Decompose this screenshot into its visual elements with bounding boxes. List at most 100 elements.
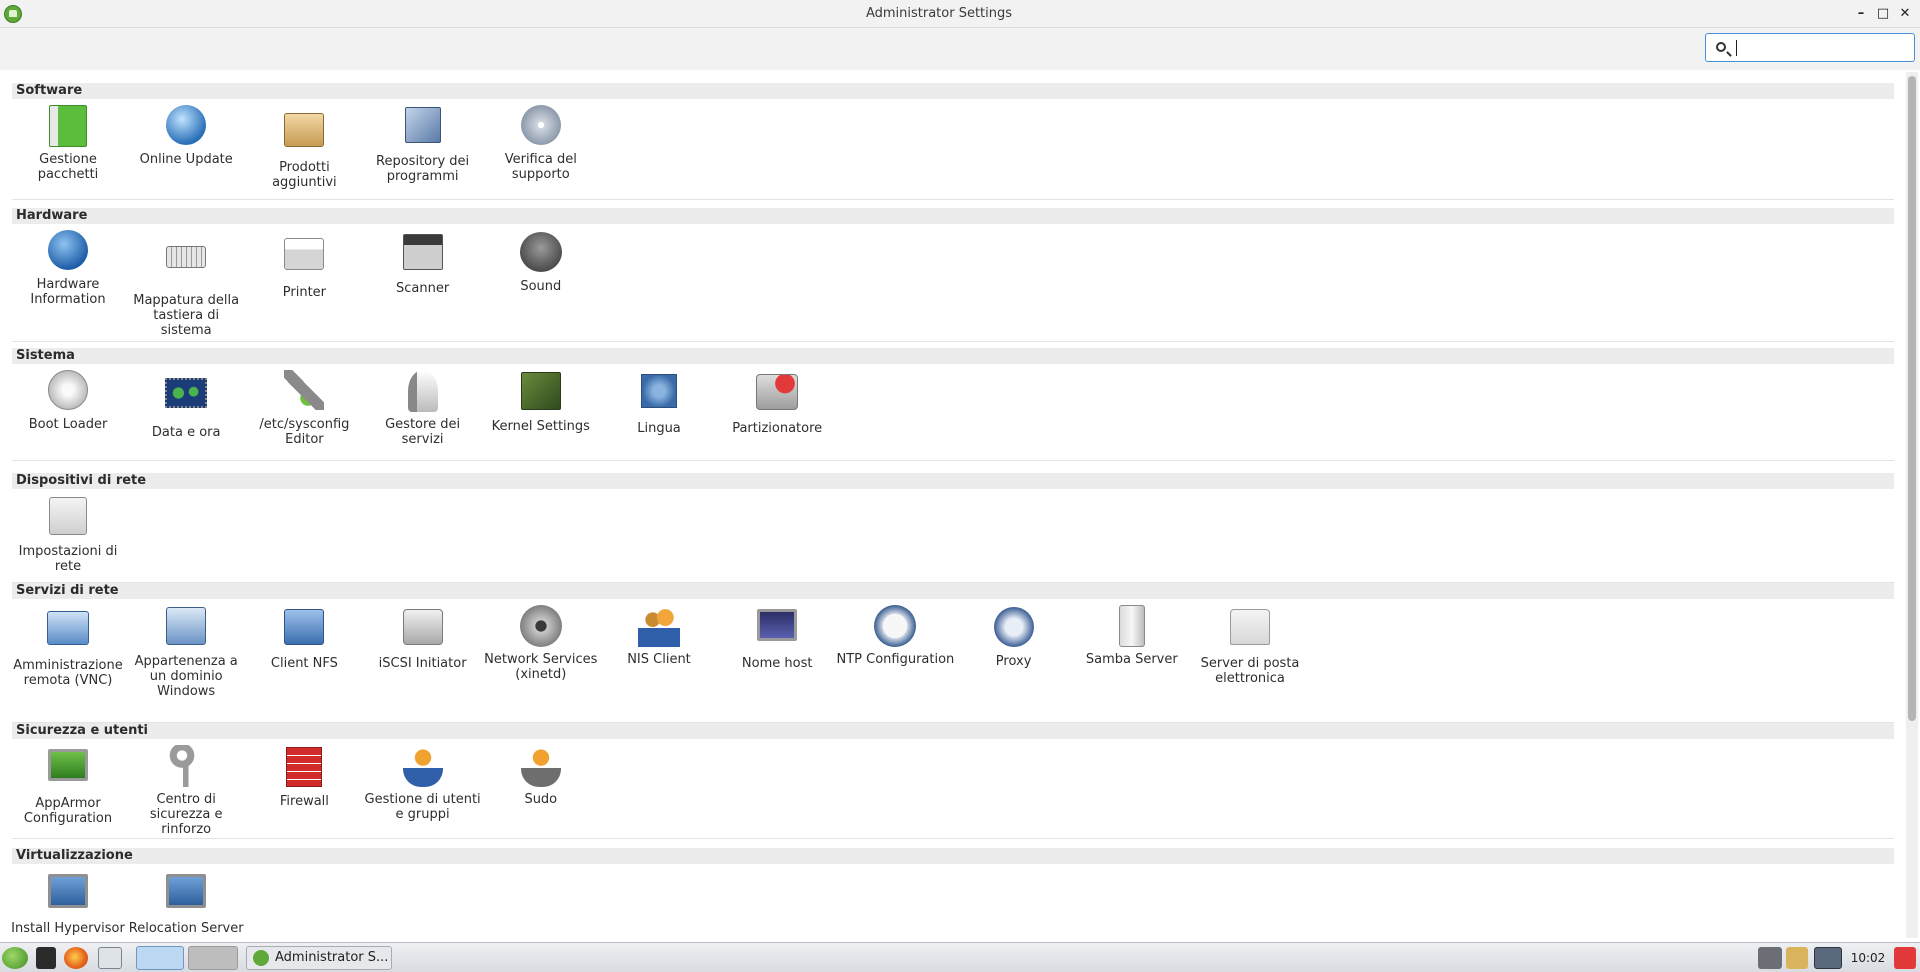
toolbar: [0, 28, 1920, 70]
category-module-list: Install Hypervisor Relocation Server: [9, 864, 1894, 940]
minimize-button[interactable]: –: [1852, 4, 1870, 24]
module-label: Appartenenza a un dominio Windows: [134, 654, 238, 699]
scrollbar-thumb[interactable]: [1908, 76, 1916, 721]
clipboard-icon[interactable]: [1786, 947, 1808, 969]
module-icon-frame: [282, 609, 326, 653]
add-on-products-icon: [284, 113, 325, 147]
show-desktop-icon[interactable]: [98, 947, 122, 969]
taskbar-window-label: Administrator S...: [275, 950, 389, 965]
module-item[interactable]: AppArmor Configuration: [9, 745, 127, 826]
power-icon[interactable]: [1894, 947, 1916, 969]
module-item[interactable]: Client NFS: [245, 605, 363, 671]
module-item[interactable]: Network Services (xinetd): [482, 605, 600, 682]
module-label: AppArmor Configuration: [23, 796, 113, 826]
module-label: NIS Client: [627, 652, 691, 667]
module-item[interactable]: Lingua: [600, 370, 718, 436]
close-button[interactable]: ✕: [1896, 4, 1914, 24]
module-item[interactable]: Scanner: [364, 230, 482, 296]
module-icon-frame: [46, 497, 90, 541]
module-item[interactable]: Gestore dei servizi: [364, 370, 482, 447]
module-label: Boot Loader: [28, 417, 108, 432]
hypervisor-icon: [48, 874, 88, 908]
scanner-icon: [402, 234, 443, 270]
rocket-icon: [407, 370, 438, 412]
module-item[interactable]: Samba Server: [1073, 605, 1191, 667]
module-item[interactable]: Firewall: [245, 745, 363, 809]
module-item[interactable]: Online Update: [127, 105, 245, 167]
module-item[interactable]: Boot Loader: [9, 370, 127, 432]
network-card-icon: [49, 497, 87, 535]
module-label: Relocation Server: [128, 921, 244, 936]
module-item[interactable]: Gestione di utenti e gruppi: [364, 745, 482, 822]
module-label: Amministrazione remota (VNC): [13, 658, 123, 688]
start-menu-icon[interactable]: [2, 947, 28, 969]
module-icon-frame: [282, 113, 326, 157]
package-manager-icon: [49, 105, 87, 147]
module-icon-frame: [46, 749, 90, 793]
module-item[interactable]: Nome host: [718, 605, 836, 671]
module-item[interactable]: NTP Configuration: [836, 605, 954, 667]
module-item[interactable]: Kernel Settings: [482, 370, 600, 434]
module-icon-frame: [164, 874, 208, 918]
category-module-list: Amministrazione remota (VNC) Appartenenza…: [12, 599, 1894, 723]
module-icon-frame: [401, 370, 445, 414]
module-item[interactable]: Sudo: [482, 745, 600, 807]
module-icon-frame: [164, 378, 208, 422]
proxy-icon: [993, 607, 1034, 647]
module-item[interactable]: Prodotti aggiuntivi: [245, 105, 363, 190]
module-item[interactable]: Gestione pacchetti: [9, 105, 127, 182]
search-icon: [1716, 42, 1726, 52]
language-flag-icon: [641, 374, 677, 408]
workspace-2-icon[interactable]: [188, 946, 238, 970]
printer-tray-icon[interactable]: [1758, 947, 1782, 969]
module-item[interactable]: Mappatura della tastiera di sistema: [127, 230, 245, 338]
module-icon-frame: [637, 605, 681, 649]
category-header: Sicurezza e utenti: [12, 723, 1894, 739]
firefox-icon[interactable]: [64, 947, 88, 969]
module-item[interactable]: Server di posta elettronica: [1191, 605, 1309, 686]
module-item[interactable]: Appartenenza a un dominio Windows: [127, 605, 245, 699]
terminal-icon[interactable]: [36, 947, 56, 969]
module-item[interactable]: Data e ora: [127, 370, 245, 440]
module-item[interactable]: Proxy: [955, 605, 1073, 669]
network-status-icon[interactable]: [1814, 947, 1842, 969]
module-item[interactable]: Verifica del supporto: [482, 105, 600, 182]
module-item[interactable]: Install Hypervisor: [9, 870, 127, 936]
category-header: Sistema: [12, 348, 1894, 364]
module-item[interactable]: Sound: [482, 230, 600, 294]
module-icon-frame: [164, 607, 208, 651]
maximize-button[interactable]: □: [1874, 4, 1892, 24]
module-item[interactable]: Impostazioni di rete: [9, 495, 127, 574]
category-module-list: Impostazioni di rete: [12, 489, 1894, 583]
monitor-icon: [757, 609, 798, 641]
module-icon-frame: [282, 370, 326, 414]
module-icon-frame: [46, 874, 90, 918]
search-box[interactable]: [1705, 33, 1915, 62]
module-item[interactable]: Centro di sicurezza e rinforzo: [127, 745, 245, 837]
module-item[interactable]: NIS Client: [600, 605, 718, 667]
clock[interactable]: 10:02: [1848, 943, 1888, 972]
module-item[interactable]: /etc/sysconfig Editor: [245, 370, 363, 447]
module-label: Gestione di utenti e gruppi: [364, 792, 481, 822]
taskbar-window-button[interactable]: Administrator S...: [246, 946, 392, 970]
module-item[interactable]: Amministrazione remota (VNC): [9, 605, 127, 688]
module-icon-frame: [519, 105, 563, 149]
module-icon-frame: [282, 747, 326, 791]
printer-icon: [284, 238, 325, 270]
module-item[interactable]: Relocation Server: [127, 870, 245, 936]
search-input[interactable]: [1734, 37, 1910, 58]
category-module-list: AppArmor Configuration Centro di sicurezz…: [12, 739, 1894, 839]
user-icon: [402, 745, 443, 787]
samba-server-icon: [1118, 605, 1145, 647]
module-label: Proxy: [995, 654, 1032, 669]
firewall-icon: [286, 747, 323, 787]
module-item[interactable]: Partizionatore: [718, 370, 836, 436]
module-item[interactable]: Repository dei programmi: [364, 105, 482, 184]
module-item[interactable]: iSCSI Initiator: [364, 605, 482, 671]
module-label: Gestore dei servizi: [385, 417, 461, 447]
module-item[interactable]: Hardware Information: [9, 230, 127, 307]
clock-icon: [874, 605, 917, 647]
module-item[interactable]: Printer: [245, 230, 363, 300]
workspace-1-icon[interactable]: [136, 946, 184, 970]
module-label: Sudo: [524, 792, 558, 807]
